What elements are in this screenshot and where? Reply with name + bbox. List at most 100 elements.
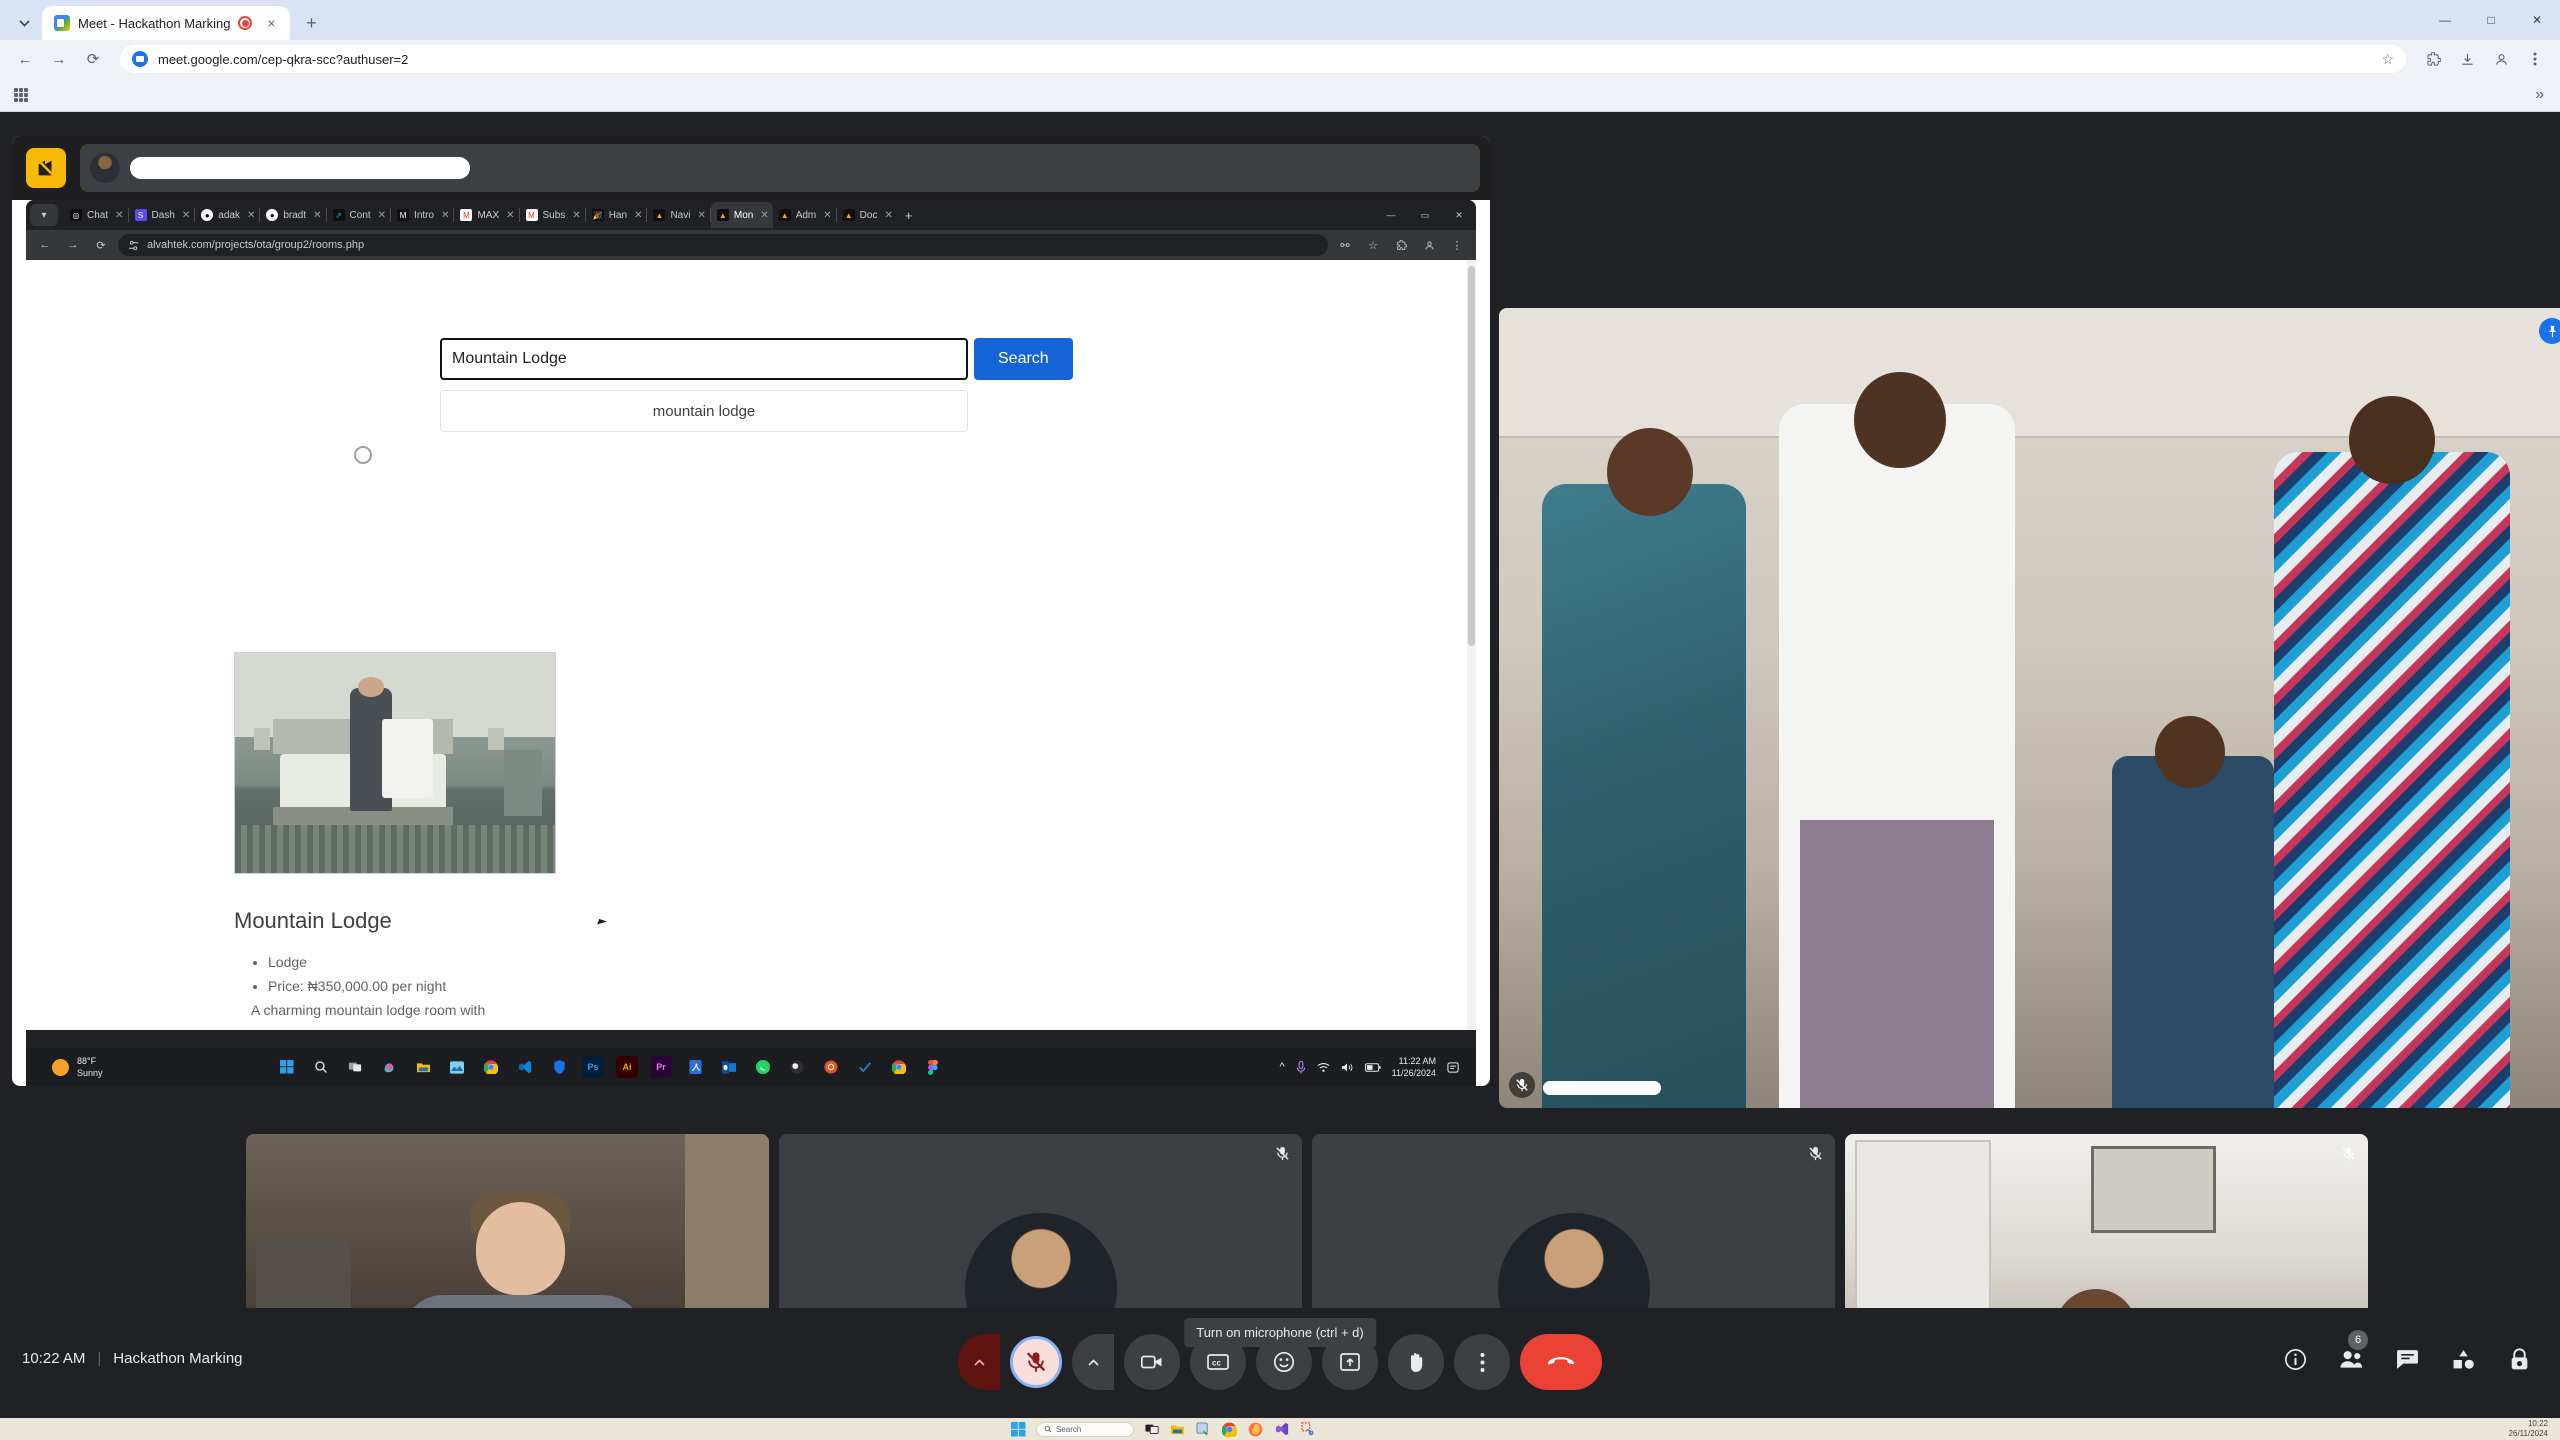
file-explorer-button[interactable] (1169, 1421, 1186, 1438)
search-input[interactable] (440, 338, 968, 380)
ps-icon[interactable]: Ps (582, 1056, 604, 1078)
stop-presenting-icon[interactable] (26, 148, 66, 188)
chrome-menu-icon[interactable] (2520, 44, 2550, 74)
shield-icon[interactable] (548, 1056, 570, 1078)
bitwarden-button[interactable] (1195, 1421, 1212, 1438)
inner-tab-1[interactable]: S Dash ✕ (129, 202, 195, 228)
inner-taskbar-clock[interactable]: 11:22 AM 11/26/2024 (1392, 1055, 1436, 1079)
extensions-icon[interactable] (2418, 44, 2448, 74)
microphone-toggle-button[interactable]: Turn on microphone (ctrl + d) (1010, 1318, 1376, 1388)
more-options-button[interactable] (1454, 1334, 1510, 1390)
weather-widget[interactable]: 88°F Sunny (26, 1055, 276, 1079)
apps-grid-icon[interactable] (10, 84, 32, 106)
task-view-icon[interactable] (344, 1056, 366, 1078)
camera-toggle-button[interactable] (1124, 1334, 1180, 1390)
minimize-button[interactable]: — (2422, 0, 2468, 40)
acrobat-icon[interactable] (684, 1056, 706, 1078)
inner-tab-0[interactable]: ◎ Chat ✕ (64, 202, 128, 228)
taskbar-clock[interactable]: 10:22 26/11/2024 (2509, 1418, 2548, 1440)
figma-icon[interactable] (922, 1056, 944, 1078)
inner-tab-4[interactable]: ⇗ Cont ✕ (327, 202, 391, 228)
inner-maximize-button[interactable]: ▭ (1408, 202, 1442, 228)
inner-tab-search-dropdown[interactable]: ▾ (30, 204, 58, 226)
start-button[interactable] (1010, 1421, 1027, 1438)
copilot-icon[interactable] (378, 1056, 400, 1078)
camera-options-button[interactable] (1072, 1334, 1114, 1390)
inner-tab-close[interactable]: ✕ (823, 210, 831, 221)
inner-tab-close[interactable]: ✕ (572, 210, 580, 221)
inner-tab-11[interactable]: ▲ Adm ✕ (773, 202, 836, 228)
battery-icon[interactable] (1364, 1062, 1381, 1072)
star-icon[interactable]: ☆ (1362, 234, 1384, 256)
inner-tab-close[interactable]: ✕ (115, 210, 123, 221)
address-bar[interactable]: meet.google.com/cep-qkra-scc?authuser=2 … (120, 45, 2406, 73)
search-button[interactable]: Search (974, 338, 1073, 380)
host-controls-button[interactable] (2506, 1346, 2532, 1372)
tab-search-dropdown[interactable] (6, 6, 42, 40)
start-button[interactable] (276, 1056, 298, 1078)
leave-call-button[interactable] (1520, 1334, 1602, 1390)
mic-options-button[interactable] (958, 1334, 1000, 1390)
inner-minimize-button[interactable]: — (1374, 202, 1408, 228)
mic-icon[interactable] (1296, 1060, 1306, 1074)
inner-tab-2[interactable]: ● adak ✕ (195, 202, 259, 228)
volume-icon[interactable] (1341, 1062, 1354, 1073)
inner-tab-close[interactable]: ✕ (760, 210, 768, 221)
inner-tab-close[interactable]: ✕ (378, 210, 386, 221)
shared-screen-stage[interactable]: ▾ ◎ Chat ✕ S Dash ✕ ● adak ✕ ● bradt ✕ ⇗ Cont ✕ MI… (12, 136, 1490, 1086)
reload-button[interactable]: ⟳ (78, 44, 108, 74)
main-speaker-tile[interactable] (1499, 308, 2560, 1108)
inner-tab-close[interactable]: ✕ (441, 210, 449, 221)
chrome2-icon[interactable] (888, 1056, 910, 1078)
inner-close-button[interactable]: ✕ (1442, 202, 1476, 228)
bookmark-star-icon[interactable]: ☆ (2381, 51, 2394, 68)
close-window-button[interactable]: ✕ (2514, 0, 2560, 40)
inner-tab-8[interactable]: 🎉 Han ✕ (586, 202, 647, 228)
inner-tab-6[interactable]: M MAX ✕ (454, 202, 518, 228)
inner-reload-button[interactable]: ⟳ (90, 234, 112, 256)
bookmarks-overflow-button[interactable]: » (2535, 86, 2550, 104)
browser-tab-meet[interactable]: Meet - Hackathon Marking × (42, 6, 291, 40)
inner-address-bar[interactable]: alvahtek.com/projects/ota/group2/rooms.p… (118, 234, 1328, 256)
vscode-icon[interactable] (514, 1056, 536, 1078)
tray-overflow-icon[interactable]: ^ (1279, 1061, 1284, 1073)
raise-hand-button[interactable] (1388, 1334, 1444, 1390)
chrome-button[interactable] (1221, 1420, 1238, 1438)
inner-menu-icon[interactable]: ⋮ (1446, 234, 1468, 256)
obs-icon[interactable] (786, 1056, 808, 1078)
download-icon[interactable] (2452, 44, 2482, 74)
inner-tab-close[interactable]: ✕ (247, 210, 255, 221)
firefox-button[interactable] (1247, 1421, 1264, 1438)
inner-forward-button[interactable]: → (62, 234, 84, 256)
puzzle-icon[interactable] (1390, 234, 1412, 256)
search-icon[interactable] (310, 1056, 332, 1078)
room-image[interactable] (234, 652, 556, 874)
profile-icon[interactable] (2486, 44, 2516, 74)
inner-page-scrollbar-thumb[interactable] (1468, 266, 1475, 646)
inner-back-button[interactable]: ← (34, 234, 56, 256)
vscode-button[interactable] (1273, 1421, 1290, 1438)
site-settings-icon[interactable] (128, 240, 139, 251)
pin-icon[interactable] (2539, 318, 2560, 344)
ai-icon[interactable]: Ai (616, 1056, 638, 1078)
translate-icon[interactable]: ⚯ (1334, 234, 1356, 256)
wifi-icon[interactable] (1317, 1062, 1330, 1073)
photos-icon[interactable] (446, 1056, 468, 1078)
whatsapp-icon[interactable] (752, 1056, 774, 1078)
activities-button[interactable] (2450, 1346, 2476, 1372)
meeting-details-button[interactable] (2282, 1346, 2308, 1372)
inner-tab-3[interactable]: ● bradt ✕ (260, 202, 325, 228)
inner-tab-close[interactable]: ✕ (697, 210, 705, 221)
ubuntu-icon[interactable] (820, 1056, 842, 1078)
task-view-button[interactable] (1143, 1421, 1160, 1438)
inner-tab-close[interactable]: ✕ (634, 210, 642, 221)
maximize-button[interactable]: □ (2468, 0, 2514, 40)
inner-tab-7[interactable]: M Subs ✕ (520, 202, 585, 228)
outlook-icon[interactable] (718, 1056, 740, 1078)
folder-icon[interactable] (412, 1056, 434, 1078)
inner-profile-icon[interactable] (1418, 234, 1440, 256)
back-button[interactable]: ← (10, 44, 40, 74)
snipping-tool-button[interactable] (1299, 1421, 1316, 1438)
inner-tab-close[interactable]: ✕ (884, 210, 892, 221)
chat-button[interactable] (2394, 1346, 2420, 1372)
